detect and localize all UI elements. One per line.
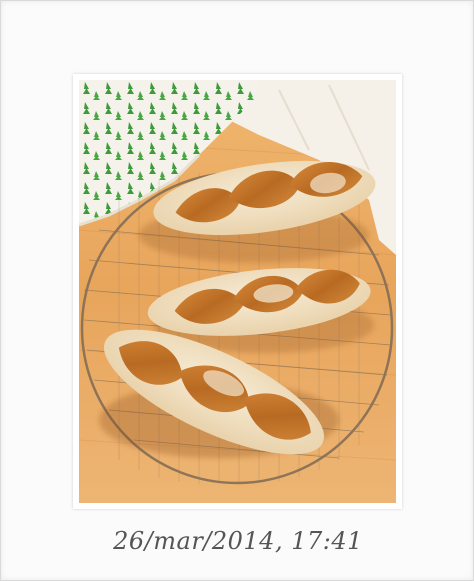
- photo-date-caption: 26/mar/2014, 17:41: [113, 527, 363, 555]
- bread-photo: [79, 80, 396, 503]
- postcard-frame: 26/mar/2014, 17:41: [0, 0, 474, 581]
- photo-border: [73, 74, 402, 509]
